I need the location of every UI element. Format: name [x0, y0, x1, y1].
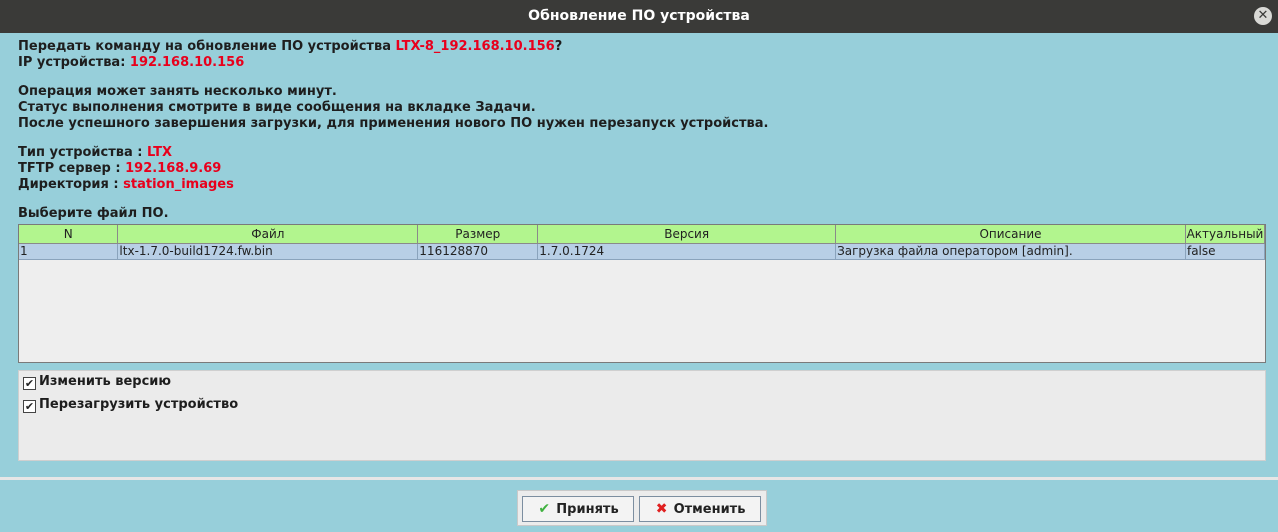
info-block: Передать команду на обновление ПО устрой…	[18, 39, 768, 222]
tftp-line: TFTP сервер : 192.168.9.69	[18, 161, 768, 177]
dir-line: Директория : station_images	[18, 177, 768, 193]
col-header-actual[interactable]: Актуальный	[1185, 225, 1265, 244]
col-header-size[interactable]: Размер	[417, 225, 539, 244]
cross-icon: ✖	[655, 501, 668, 517]
col-header-version[interactable]: Версия	[537, 225, 837, 244]
window-title: Обновление ПО устройства	[528, 8, 750, 24]
reboot-label: Перезагрузить устройство	[39, 397, 239, 412]
cell-actual: false	[1185, 243, 1265, 260]
cell-description: Загрузка файла оператором [admin].	[835, 243, 1186, 260]
cancel-button[interactable]: ✖ Отменить	[639, 496, 761, 522]
ip-line: IP устройства: 192.168.10.156	[18, 55, 768, 71]
ip-label: IP устройства:	[18, 55, 130, 70]
dialog-content: Передать команду на обновление ПО устрой…	[3, 33, 1275, 477]
change-version-label: Изменить версию	[39, 374, 172, 389]
accept-button[interactable]: ✔ Принять	[522, 496, 634, 522]
change-version-checkbox[interactable]: ✔	[23, 377, 36, 390]
note-status: Статус выполнения смотрите в виде сообще…	[18, 100, 536, 115]
type-value: LTX	[147, 145, 173, 160]
change-version-option[interactable]: ✔ Изменить версию	[23, 374, 171, 392]
cell-file: ltx-1.7.0-build1724.fw.bin	[117, 243, 419, 260]
cancel-label: Отменить	[673, 502, 746, 517]
col-header-file[interactable]: Файл	[117, 225, 419, 244]
dir-value: station_images	[123, 177, 234, 192]
firmware-table[interactable]: N Файл Размер Версия Описание Актуальный…	[18, 224, 1266, 363]
cell-version: 1.7.0.1724	[537, 243, 837, 260]
dialog-footer: ✔ Принять ✖ Отменить	[3, 480, 1275, 532]
dir-label: Директория :	[18, 177, 124, 192]
table-header: N Файл Размер Версия Описание Актуальный	[19, 225, 1265, 244]
prompt-prefix: Передать команду на обновление ПО устрой…	[18, 39, 396, 54]
options-panel: ✔ Изменить версию ✔ Перезагрузить устройст…	[18, 370, 1266, 461]
col-header-description[interactable]: Описание	[835, 225, 1186, 244]
cell-size: 116128870	[417, 243, 539, 260]
type-label: Тип устройства :	[18, 145, 148, 160]
tftp-value: 192.168.9.69	[125, 161, 222, 176]
button-bar: ✔ Принять ✖ Отменить	[517, 490, 767, 526]
col-header-n[interactable]: N	[19, 225, 119, 244]
cell-n: 1	[19, 243, 119, 260]
reboot-checkbox[interactable]: ✔	[23, 400, 36, 413]
device-name: LTX-8_192.168.10.156	[395, 39, 555, 54]
check-icon: ✔	[538, 501, 551, 517]
title-bar: Обновление ПО устройства ✕	[0, 0, 1278, 33]
choose-file-label: Выберите файл ПО.	[18, 206, 169, 221]
table-row[interactable]: 1 ltx-1.7.0-build1724.fw.bin 116128870 1…	[19, 243, 1265, 260]
accept-label: Принять	[556, 502, 619, 517]
tftp-label: TFTP сервер :	[18, 161, 126, 176]
prompt-suffix: ?	[554, 39, 563, 54]
firmware-table-grid: N Файл Размер Версия Описание Актуальный…	[19, 225, 1265, 260]
reboot-option[interactable]: ✔ Перезагрузить устройство	[23, 397, 238, 415]
note-reboot: После успешного завершения загрузки, для…	[18, 116, 769, 131]
close-icon[interactable]: ✕	[1254, 7, 1272, 25]
prompt-line: Передать команду на обновление ПО устрой…	[18, 39, 768, 55]
note-duration: Операция может занять несколько минут.	[18, 84, 337, 99]
type-line: Тип устройства : LTX	[18, 145, 768, 161]
ip-value: 192.168.10.156	[129, 55, 245, 70]
